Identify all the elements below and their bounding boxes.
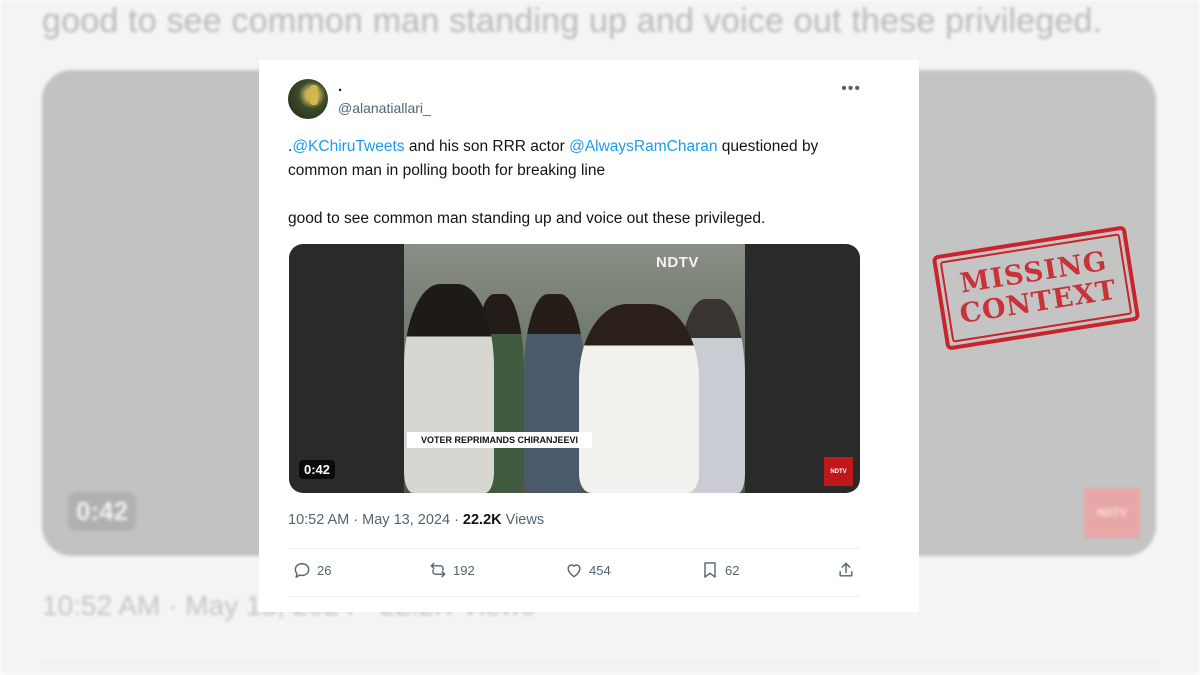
background-ndtv-logo: NDTV <box>1084 488 1140 538</box>
avatar-figure <box>310 85 318 105</box>
video-frame: NDTV VOTER REPRIMANDS CHIRANJEEVI <box>404 244 745 493</box>
reply-icon <box>294 563 310 578</box>
video-player[interactable]: NDTV VOTER REPRIMANDS CHIRANJEEVI 0:42 N… <box>289 244 860 493</box>
mention-alwaysramcharan[interactable]: @AlwaysRamCharan <box>569 138 717 155</box>
divider <box>288 596 860 597</box>
video-person <box>404 284 494 493</box>
user-handle[interactable]: @alanatiallari_ <box>338 100 431 116</box>
bookmark-button[interactable]: 62 <box>700 560 739 580</box>
bookmark-icon <box>704 562 716 578</box>
views-count: 22.2K <box>462 512 502 528</box>
background-divider <box>42 662 1158 663</box>
video-person <box>524 294 584 493</box>
divider <box>288 548 860 549</box>
repost-icon <box>430 562 446 578</box>
action-bar: 26 192 454 62 <box>288 560 860 586</box>
reply-button[interactable]: 26 <box>292 560 331 580</box>
background-duration: 0:42 <box>68 492 137 531</box>
reply-count: 26 <box>317 562 332 578</box>
background-tweet-text: good to see common man standing up and v… <box>42 2 1103 40</box>
video-watermark: NDTV <box>656 254 699 271</box>
background-video-left <box>42 70 272 556</box>
share-button[interactable] <box>836 560 856 580</box>
tweet-text-line2: good to see common man standing up and v… <box>288 210 766 227</box>
tweet-card: . @alanatiallari_ ••• .@KChiruTweets and… <box>259 60 919 612</box>
repost-count: 192 <box>453 562 475 578</box>
heart-icon <box>567 564 581 578</box>
video-person <box>579 304 699 493</box>
tweet-meta: 10:52 AM · May 13, 2024 · 22.2K Views <box>288 512 544 528</box>
tweet-time[interactable]: 10:52 AM <box>288 512 349 528</box>
like-count: 454 <box>589 562 611 578</box>
avatar[interactable] <box>288 79 328 119</box>
tweet-text: .@KChiruTweets and his son RRR actor @Al… <box>288 135 873 231</box>
tweet-text-middle: and his son RRR actor <box>404 138 570 155</box>
display-name[interactable]: . <box>338 78 342 95</box>
share-icon <box>839 562 853 577</box>
ndtv-logo: NDTV <box>824 457 853 486</box>
repost-button[interactable]: 192 <box>428 560 475 580</box>
like-button[interactable]: 454 <box>564 560 611 580</box>
meta-separator: · <box>454 512 463 528</box>
views-label: Views <box>505 512 545 528</box>
bookmark-count: 62 <box>725 562 740 578</box>
tweet-date[interactable]: May 13, 2024 <box>362 512 450 528</box>
mention-kchirutweets[interactable]: @KChiruTweets <box>292 138 404 155</box>
meta-separator: · <box>353 512 363 528</box>
video-caption: VOTER REPRIMANDS CHIRANJEEVI <box>407 432 593 448</box>
video-duration: 0:42 <box>299 460 336 479</box>
more-options-icon[interactable]: ••• <box>841 80 861 98</box>
